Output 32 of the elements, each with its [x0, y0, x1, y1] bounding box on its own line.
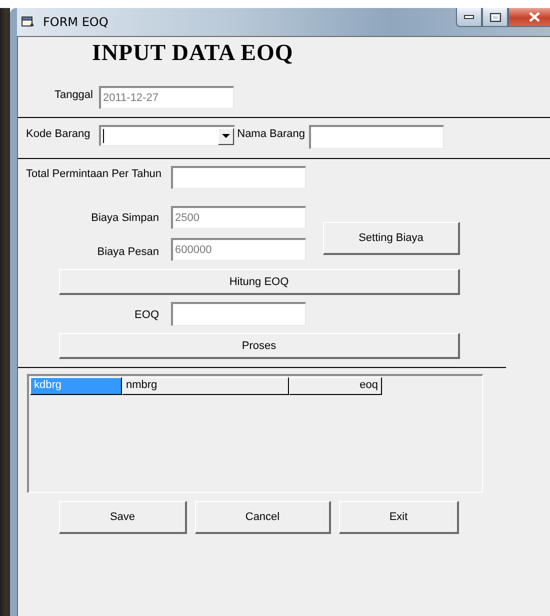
field-label: Tanggal — [53, 88, 93, 101]
calculate-button[interactable]: Hitung EOQ — [59, 269, 460, 295]
maximize-icon — [490, 12, 500, 22]
code-dropdown[interactable] — [99, 125, 235, 146]
window-title: FORM EOQ — [43, 15, 108, 29]
field-label: Kode Barang — [26, 127, 92, 140]
maximize-button[interactable] — [482, 8, 508, 27]
field-label: Nama Barang — [236, 127, 305, 140]
minimize-icon — [464, 15, 474, 19]
field-label: EOQ — [134, 308, 159, 321]
dialog-button[interactable]: Cancel — [195, 501, 331, 534]
column-header[interactable]: eoq — [289, 377, 382, 395]
minimize-button[interactable] — [456, 8, 482, 27]
demand-field[interactable] — [171, 166, 306, 189]
close-icon — [528, 12, 540, 22]
data-grid[interactable]: kdbrg nmbrg eoq — [27, 374, 483, 493]
caret-icon — [222, 134, 230, 138]
column-header[interactable]: nmbrg — [122, 377, 289, 395]
setting-button[interactable]: Setting Biaya — [323, 222, 460, 255]
dialog-button[interactable]: Save — [59, 501, 187, 534]
field-label: Biaya Simpan — [90, 211, 159, 224]
form-heading: INPUT DATA EOQ — [92, 40, 294, 66]
eoq-field[interactable] — [171, 302, 306, 326]
process-button[interactable]: Proses — [59, 333, 460, 359]
field-label: Total Permintaan Per Tahun — [26, 167, 163, 180]
dialog-button[interactable]: Exit — [339, 501, 459, 534]
dropdown-button[interactable] — [218, 128, 234, 144]
close-button[interactable] — [508, 8, 550, 27]
name-field[interactable] — [309, 125, 444, 149]
field-label: Biaya Pesan — [96, 245, 159, 258]
text-cursor — [103, 129, 104, 143]
window-icon — [21, 16, 35, 28]
